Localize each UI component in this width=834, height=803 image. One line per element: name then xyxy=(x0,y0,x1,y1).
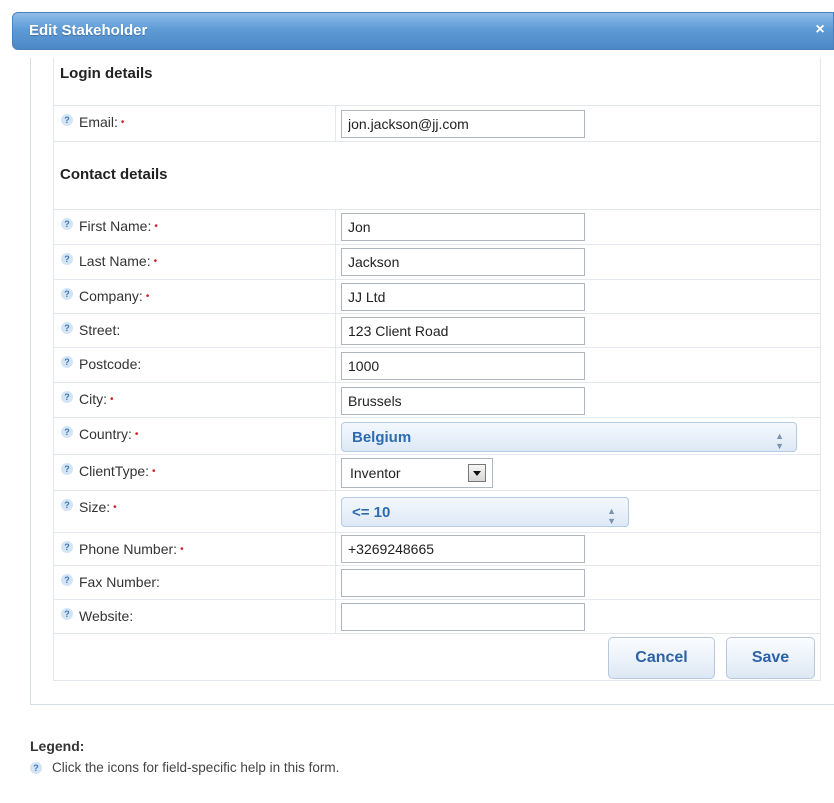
legend-line: ? Click the icons for field-specific help… xyxy=(30,760,339,775)
help-icon[interactable]: ? xyxy=(61,608,73,620)
row-last-name: ? Last Name: • xyxy=(54,244,820,279)
section-login-heading: Login details xyxy=(60,65,153,82)
help-icon[interactable]: ? xyxy=(61,499,73,511)
label-cell: ? Email: • xyxy=(54,106,336,141)
required-marker: • xyxy=(113,502,117,513)
help-icon[interactable]: ? xyxy=(61,288,73,300)
row-actions: Cancel Save xyxy=(54,633,820,680)
required-marker: • xyxy=(134,429,139,440)
required-marker: • xyxy=(120,117,125,128)
help-icon[interactable]: ? xyxy=(61,426,73,438)
country-label: Country: xyxy=(79,426,132,442)
email-field[interactable] xyxy=(341,110,585,138)
postcode-label: Postcode: xyxy=(79,356,142,372)
website-label: Website: xyxy=(79,608,134,624)
help-icon[interactable]: ? xyxy=(61,463,73,475)
row-client-type: ? ClientType: • Inventor xyxy=(54,454,820,490)
section-contact-heading: Contact details xyxy=(60,166,168,183)
country-select[interactable]: Belgium ▲ ▼ xyxy=(341,422,797,452)
help-icon[interactable]: ? xyxy=(61,541,73,553)
last-name-label: Last Name: xyxy=(79,253,151,269)
country-select-value: Belgium xyxy=(352,429,412,446)
help-icon[interactable]: ? xyxy=(61,322,73,334)
client-type-select[interactable]: Inventor xyxy=(341,458,493,488)
size-select-value: <= 10 xyxy=(352,504,391,521)
row-country: ? Country: • Belgium ▲ ▼ xyxy=(54,417,820,454)
dialog-titlebar: Edit Stakeholder × xyxy=(12,12,834,50)
cancel-button[interactable]: Cancel xyxy=(608,637,715,679)
required-marker: • xyxy=(145,291,150,302)
save-button[interactable]: Save xyxy=(726,637,815,679)
close-icon[interactable]: × xyxy=(811,20,829,40)
legend-text: Click the icons for field-specific help … xyxy=(52,760,340,775)
dropdown-arrow-icon[interactable] xyxy=(468,464,486,482)
required-marker: • xyxy=(153,256,158,267)
website-field[interactable] xyxy=(341,603,585,631)
row-street: ? Street: xyxy=(54,313,820,347)
street-label: Street: xyxy=(79,322,121,338)
fax-field[interactable] xyxy=(341,569,585,597)
dialog-title: Edit Stakeholder xyxy=(29,22,148,39)
email-label: Email: xyxy=(79,114,118,130)
row-email: ? Email: • xyxy=(54,105,820,141)
stakeholder-form: Login details ? Email:• Contact details … xyxy=(53,58,821,681)
legend-title: Legend: xyxy=(30,738,85,754)
required-marker: • xyxy=(180,544,184,555)
phone-field[interactable] xyxy=(341,535,585,563)
updown-arrows-icon: ▲ ▼ xyxy=(607,506,616,526)
row-website: ? Website: xyxy=(54,599,820,633)
phone-label: Phone Number: xyxy=(79,541,178,557)
first-name-field[interactable] xyxy=(341,213,585,241)
street-field[interactable] xyxy=(341,317,585,345)
help-icon: ? xyxy=(30,762,42,774)
last-name-field[interactable] xyxy=(341,248,585,276)
client-type-select-value: Inventor xyxy=(350,465,401,481)
required-marker: • xyxy=(154,221,158,232)
row-first-name: ? First Name: • xyxy=(54,209,820,244)
row-phone: ? Phone Number: • xyxy=(54,532,820,565)
row-company: ? Company: • xyxy=(54,279,820,313)
fax-label: Fax Number: xyxy=(79,574,160,590)
client-type-label: ClientType: xyxy=(79,463,150,479)
help-icon[interactable]: ? xyxy=(61,574,73,586)
required-marker: • xyxy=(110,394,114,405)
help-icon[interactable]: ? xyxy=(61,114,73,126)
row-fax: ? Fax Number: xyxy=(54,565,820,599)
size-label: Size: xyxy=(79,499,111,515)
row-contact-heading: Contact details xyxy=(54,141,820,209)
help-icon[interactable]: ? xyxy=(61,356,73,368)
row-postcode: ? Postcode: xyxy=(54,347,820,382)
first-name-label: First Name: xyxy=(79,218,152,234)
size-select[interactable]: <= 10 ▲ ▼ xyxy=(341,497,629,527)
help-icon[interactable]: ? xyxy=(61,391,73,403)
help-icon[interactable]: ? xyxy=(61,253,73,265)
city-label: City: xyxy=(79,391,107,407)
updown-arrows-icon: ▲ ▼ xyxy=(775,431,784,451)
help-icon[interactable]: ? xyxy=(61,218,73,230)
required-marker: • xyxy=(152,466,156,477)
company-label: Company: xyxy=(79,288,143,304)
city-field[interactable] xyxy=(341,387,585,415)
row-size: ? Size: • <= 10 ▲ ▼ xyxy=(54,490,820,532)
row-city: ? City: • xyxy=(54,382,820,417)
company-field[interactable] xyxy=(341,283,585,311)
postcode-field[interactable] xyxy=(341,352,585,380)
